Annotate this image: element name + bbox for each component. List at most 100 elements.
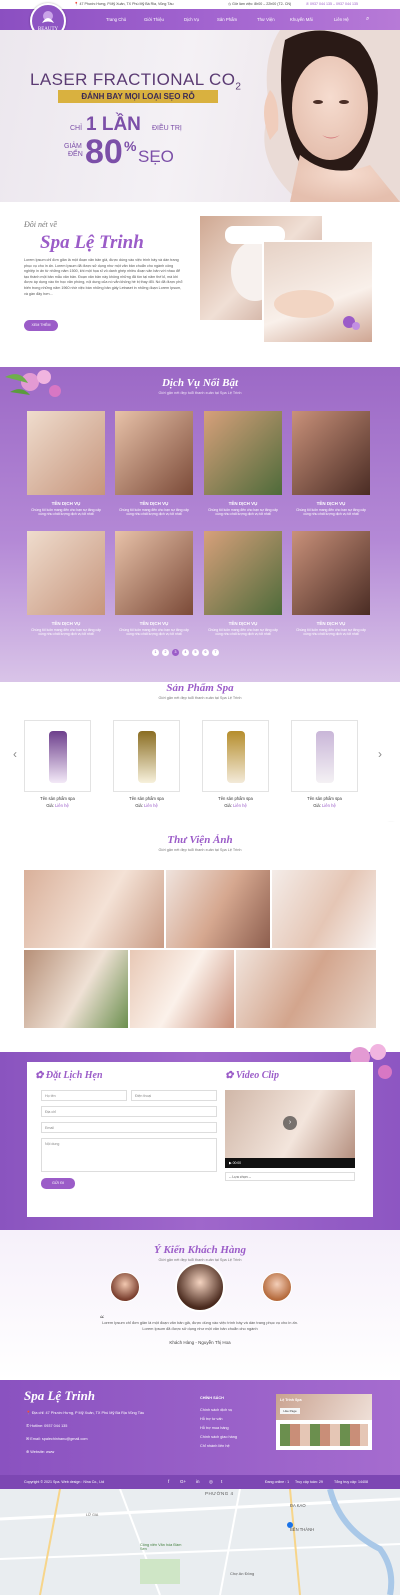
page-dot[interactable]: 5 bbox=[192, 649, 199, 656]
gallery-title: Thư Viện Ảnh bbox=[167, 834, 233, 846]
hero-percent-sign: % bbox=[124, 138, 137, 154]
phone-field[interactable]: Điện thoại bbox=[131, 1090, 217, 1101]
services-subtitle: Giới gặn nét đẹp tuổi thanh xuân tại Spa… bbox=[158, 391, 242, 395]
products-section: Sản Phẩm Spa Giới gặn nét đẹp tuổi thanh… bbox=[0, 682, 400, 822]
nav-home[interactable]: Trang Chủ bbox=[106, 9, 126, 30]
gallery-subtitle: Giới gặn nét đẹp tuổi thanh xuân tại Spa… bbox=[158, 848, 242, 852]
search-icon[interactable]: ⌕ bbox=[366, 9, 369, 30]
video-select[interactable]: -- Lựa chọn -- bbox=[225, 1172, 355, 1181]
product-name[interactable]: Tên sản phẩm spa bbox=[291, 796, 358, 801]
gallery-section: Thư Viện Ảnh Giới gặn nét đẹp tuổi thanh… bbox=[0, 822, 400, 1052]
map[interactable]: PHƯỜNG 4 ĐA KAO BẾN THÀNH Công viên Văn … bbox=[0, 1489, 400, 1595]
product-card[interactable] bbox=[202, 720, 269, 792]
facebook-icon[interactable]: f bbox=[168, 1475, 169, 1489]
nav-promotions[interactable]: Khuyến Mãi bbox=[290, 9, 313, 30]
name-field[interactable]: Họ tên bbox=[41, 1090, 127, 1101]
gallery-photo-3[interactable] bbox=[272, 870, 376, 948]
footer-hotline: ✆ Hotline: 0937 044 135 bbox=[26, 1424, 68, 1428]
instagram-icon[interactable]: ◎ bbox=[209, 1475, 213, 1489]
avatar[interactable] bbox=[110, 1272, 140, 1302]
service-image[interactable] bbox=[115, 411, 193, 495]
product-name[interactable]: Tên sản phẩm spa bbox=[113, 796, 180, 801]
gallery-photo-5[interactable] bbox=[130, 950, 234, 1028]
page-dot[interactable]: 4 bbox=[182, 649, 189, 656]
product-card[interactable] bbox=[24, 720, 91, 792]
service-image[interactable] bbox=[27, 411, 105, 495]
product-name[interactable]: Tên sản phẩm spa bbox=[202, 796, 269, 801]
service-image[interactable] bbox=[292, 531, 370, 615]
service-image[interactable] bbox=[115, 531, 193, 615]
page-dot[interactable]: 2 bbox=[162, 649, 169, 656]
service-image[interactable] bbox=[204, 531, 282, 615]
gallery-photo-4[interactable] bbox=[24, 950, 128, 1028]
service-description: Chúng tôi luôn mang đến cho bạn sự tăng … bbox=[31, 508, 101, 517]
service-title[interactable]: TÊN DỊCH VỤ bbox=[204, 501, 282, 506]
service-title[interactable]: TÊN DỊCH VỤ bbox=[27, 621, 105, 626]
gallery-photo-1[interactable] bbox=[24, 870, 164, 948]
avatar[interactable] bbox=[175, 1262, 225, 1312]
policy-link[interactable]: Chính sách giao hàng bbox=[200, 1435, 237, 1439]
policy-link[interactable]: Hỗ trợ tư vấn bbox=[200, 1417, 223, 1421]
product-name[interactable]: Tên sản phẩm spa bbox=[24, 796, 91, 801]
hours-text: ◷ Giờ làm việc: 8h00 – 22h00 (T2- CN) bbox=[228, 2, 292, 6]
video-controls[interactable]: ▶ 00:00 bbox=[225, 1158, 355, 1168]
service-title[interactable]: TÊN DỊCH VỤ bbox=[204, 621, 282, 626]
play-icon[interactable]: › bbox=[283, 1116, 297, 1130]
product-card[interactable] bbox=[113, 720, 180, 792]
service-image[interactable] bbox=[204, 411, 282, 495]
about-title: Spa Lệ Trinh bbox=[40, 232, 144, 253]
page-dot[interactable]: 3 bbox=[172, 649, 179, 656]
avatar[interactable] bbox=[262, 1272, 292, 1302]
service-description: Chúng tôi luôn mang đến cho bạn sự tăng … bbox=[208, 628, 278, 637]
product-card[interactable] bbox=[291, 720, 358, 792]
policy-link[interactable]: Chỉ nhánh liên hệ bbox=[200, 1444, 230, 1448]
email-field[interactable]: Email bbox=[41, 1122, 217, 1133]
page-dot[interactable]: 1 bbox=[152, 649, 159, 656]
gallery-photo-6[interactable] bbox=[236, 950, 376, 1028]
google-plus-icon[interactable]: G+ bbox=[180, 1475, 186, 1489]
map-label: Công viên Văn hóa Đầm Sen bbox=[140, 1543, 182, 1551]
about-photo-secondary bbox=[262, 240, 374, 344]
products-prev-arrow[interactable]: ‹ bbox=[13, 747, 17, 761]
read-more-button[interactable]: XEM THÊM bbox=[24, 320, 58, 331]
nav-services[interactable]: Dịch Vụ bbox=[184, 9, 199, 30]
service-image[interactable] bbox=[27, 531, 105, 615]
service-description: Chúng tôi luôn mang đến cho bạn sự tăng … bbox=[296, 508, 366, 517]
service-image[interactable] bbox=[292, 411, 370, 495]
nav-gallery[interactable]: Thư Viện bbox=[257, 9, 275, 30]
products-next-arrow[interactable]: › bbox=[378, 747, 382, 761]
service-title[interactable]: TÊN DỊCH VỤ bbox=[27, 501, 105, 506]
address-field[interactable]: Địa chỉ bbox=[41, 1106, 217, 1117]
nav-contact[interactable]: Liên Hệ bbox=[334, 9, 349, 30]
page-dot[interactable]: 6 bbox=[202, 649, 209, 656]
policy-title: CHÍNH SÁCH bbox=[200, 1396, 224, 1400]
gallery-photo-2[interactable] bbox=[166, 870, 270, 948]
map-label: BẾN THÀNH bbox=[290, 1527, 315, 1532]
hero-percent: 80 bbox=[85, 133, 123, 171]
page-dot[interactable]: 7 bbox=[212, 649, 219, 656]
content-field[interactable]: Nội dung bbox=[41, 1138, 217, 1172]
phone-text[interactable]: ✆ 0937 044 135 – 0937 044 135 bbox=[306, 0, 358, 9]
total-count: Tổng truy cập: 14408 bbox=[334, 1480, 368, 1484]
facebook-widget[interactable]: Lệ Trinh Spa Like Page bbox=[276, 1394, 372, 1450]
map-canvas[interactable] bbox=[0, 1489, 400, 1595]
nav-products[interactable]: Sản Phẩm bbox=[217, 9, 237, 30]
policy-link[interactable]: Chính sách dịch vụ bbox=[200, 1408, 232, 1412]
footer-email: ✉ Email: spalechinhanu@gmail.com bbox=[26, 1437, 88, 1441]
hero-banner[interactable]: LASER FRACTIONAL CO2 ĐÁNH BAY MỌI LOẠI S… bbox=[0, 30, 400, 202]
service-title[interactable]: TÊN DỊCH VỤ bbox=[292, 621, 370, 626]
service-title[interactable]: TÊN DỊCH VỤ bbox=[115, 501, 193, 506]
submit-button[interactable]: GỬI ĐI bbox=[41, 1178, 75, 1189]
policy-link[interactable]: Hỗ trợ mua hàng bbox=[200, 1426, 229, 1430]
fb-like-button[interactable]: Like Page bbox=[280, 1408, 300, 1414]
week-count: Truy cập tuần: 29 bbox=[295, 1480, 323, 1484]
service-title[interactable]: TÊN DỊCH VỤ bbox=[115, 621, 193, 626]
map-label: Chợ An Đông bbox=[230, 1571, 255, 1576]
twitter-icon[interactable]: t bbox=[221, 1475, 222, 1489]
nav-about[interactable]: Giới Thiệu bbox=[144, 9, 164, 30]
map-label: ĐA KAO bbox=[290, 1503, 306, 1508]
testimonial-quote: Lorem Ipsum chỉ đơn giản là một đoạn văn… bbox=[102, 1320, 298, 1331]
service-title[interactable]: TÊN DỊCH VỤ bbox=[292, 501, 370, 506]
video-player[interactable]: › ▶ 00:00 bbox=[225, 1090, 355, 1168]
linkedin-icon[interactable]: in bbox=[196, 1475, 200, 1489]
